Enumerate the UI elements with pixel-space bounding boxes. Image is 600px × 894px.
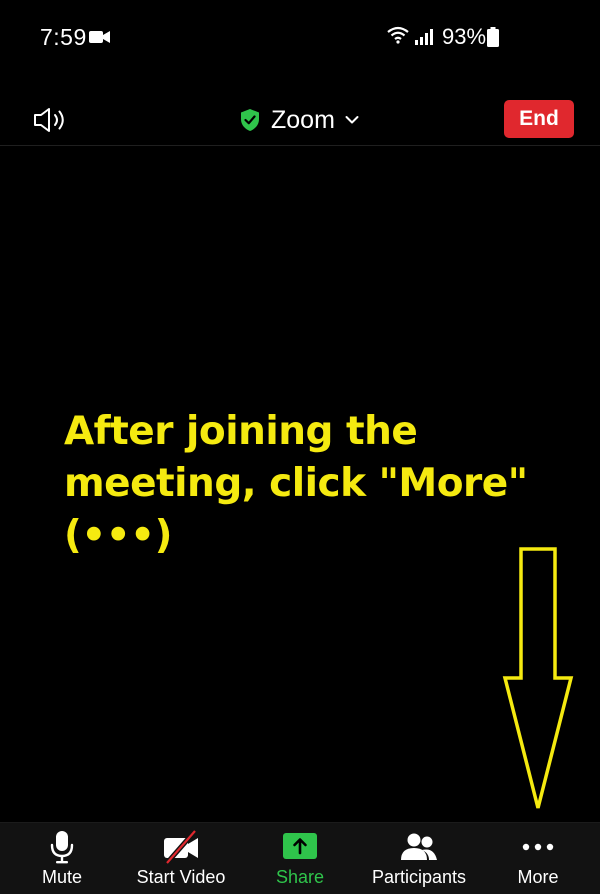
battery-percentage: 93% <box>442 24 487 49</box>
participants-icon <box>401 833 437 860</box>
battery-icon <box>487 27 499 47</box>
share-button[interactable]: Share <box>260 823 340 894</box>
down-arrow-annotation <box>502 547 574 809</box>
status-bar: 7:59 93% <box>0 0 600 76</box>
start-video-button[interactable]: Start Video <box>122 823 240 894</box>
video-camera-icon <box>89 31 110 43</box>
meeting-toolbar: Mute Start Video Share Participants More <box>0 822 600 894</box>
header-divider <box>0 145 600 146</box>
share-arrow-icon <box>283 833 317 859</box>
speaker-icon[interactable] <box>32 106 68 134</box>
signal-icon <box>415 29 433 45</box>
status-time: 7:59 <box>40 24 87 50</box>
participants-button[interactable]: Participants <box>360 823 478 894</box>
chevron-down-icon <box>345 116 359 124</box>
participants-label: Participants <box>371 867 467 887</box>
end-meeting-button[interactable]: End <box>504 100 574 138</box>
shield-check-icon <box>241 109 259 131</box>
more-label: More <box>517 867 559 887</box>
instruction-annotation: After joining the meeting, click "More" … <box>64 409 528 558</box>
more-button[interactable]: More <box>498 823 578 894</box>
mute-button[interactable]: Mute <box>22 823 102 894</box>
mute-label: Mute <box>41 867 83 887</box>
start-video-label: Start Video <box>136 867 226 887</box>
meeting-title-button[interactable]: Zoom <box>240 104 359 136</box>
microphone-icon <box>50 831 74 864</box>
share-label: Share <box>275 867 325 887</box>
video-off-icon <box>164 830 198 864</box>
meeting-title: Zoom <box>271 105 335 134</box>
more-dots-icon <box>522 843 554 851</box>
wifi-icon <box>387 26 409 44</box>
